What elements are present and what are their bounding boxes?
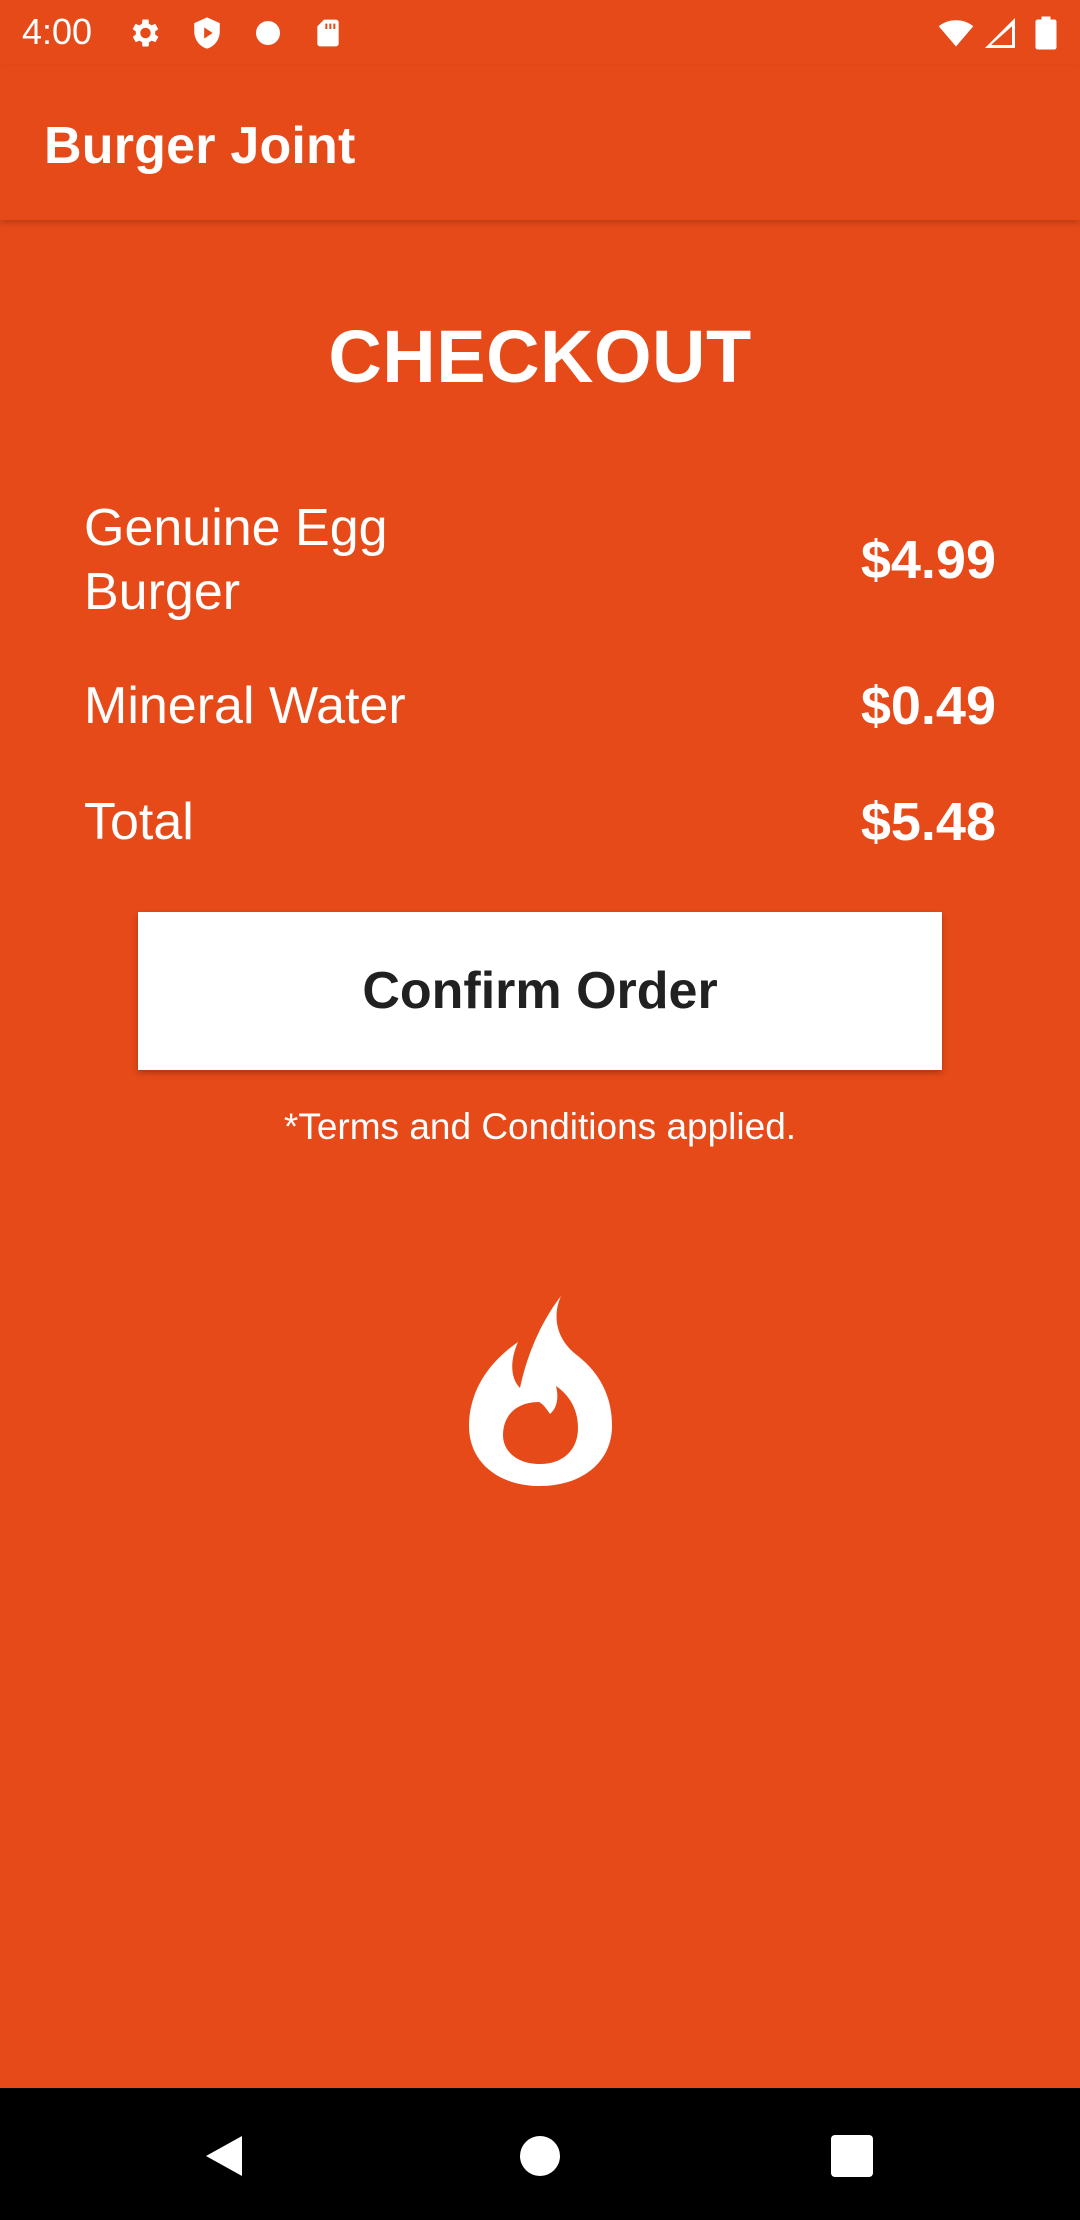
item-price: $4.99	[860, 530, 996, 590]
sd-card-icon	[317, 19, 339, 47]
item-name: Mineral Water	[84, 677, 406, 735]
order-item-row: Mineral Water $0.49	[84, 674, 996, 738]
total-row: Total $5.48	[84, 790, 996, 854]
total-price: $5.48	[860, 792, 996, 852]
wifi-icon	[938, 20, 974, 47]
terms-text: *Terms and Conditions applied.	[283, 1106, 797, 1147]
recents-icon[interactable]	[828, 2132, 876, 2180]
navigation-bar	[0, 2088, 1080, 2220]
item-name: Genuine Egg Burger	[84, 499, 388, 621]
battery-icon	[1035, 16, 1057, 50]
app-bar: Burger Joint	[0, 66, 1080, 220]
home-icon[interactable]	[516, 2132, 564, 2180]
gear-icon	[132, 19, 159, 47]
item-price: $0.49	[860, 676, 996, 736]
total-label: Total	[84, 793, 194, 851]
shield-play-icon	[194, 17, 220, 49]
app-title: Burger Joint	[44, 117, 356, 175]
back-icon[interactable]	[202, 2132, 250, 2180]
order-item-row: Genuine Egg Burger $4.99	[84, 496, 996, 624]
signal-icon	[985, 18, 1015, 48]
checkout-title: CHECKOUT	[328, 315, 752, 398]
confirm-order-button[interactable]: Confirm Order	[138, 912, 942, 1070]
status-time: 4:00	[22, 11, 93, 52]
dot-icon	[256, 21, 280, 45]
status-bar: 4:00	[0, 0, 1080, 66]
flame-icon	[469, 1296, 612, 1486]
